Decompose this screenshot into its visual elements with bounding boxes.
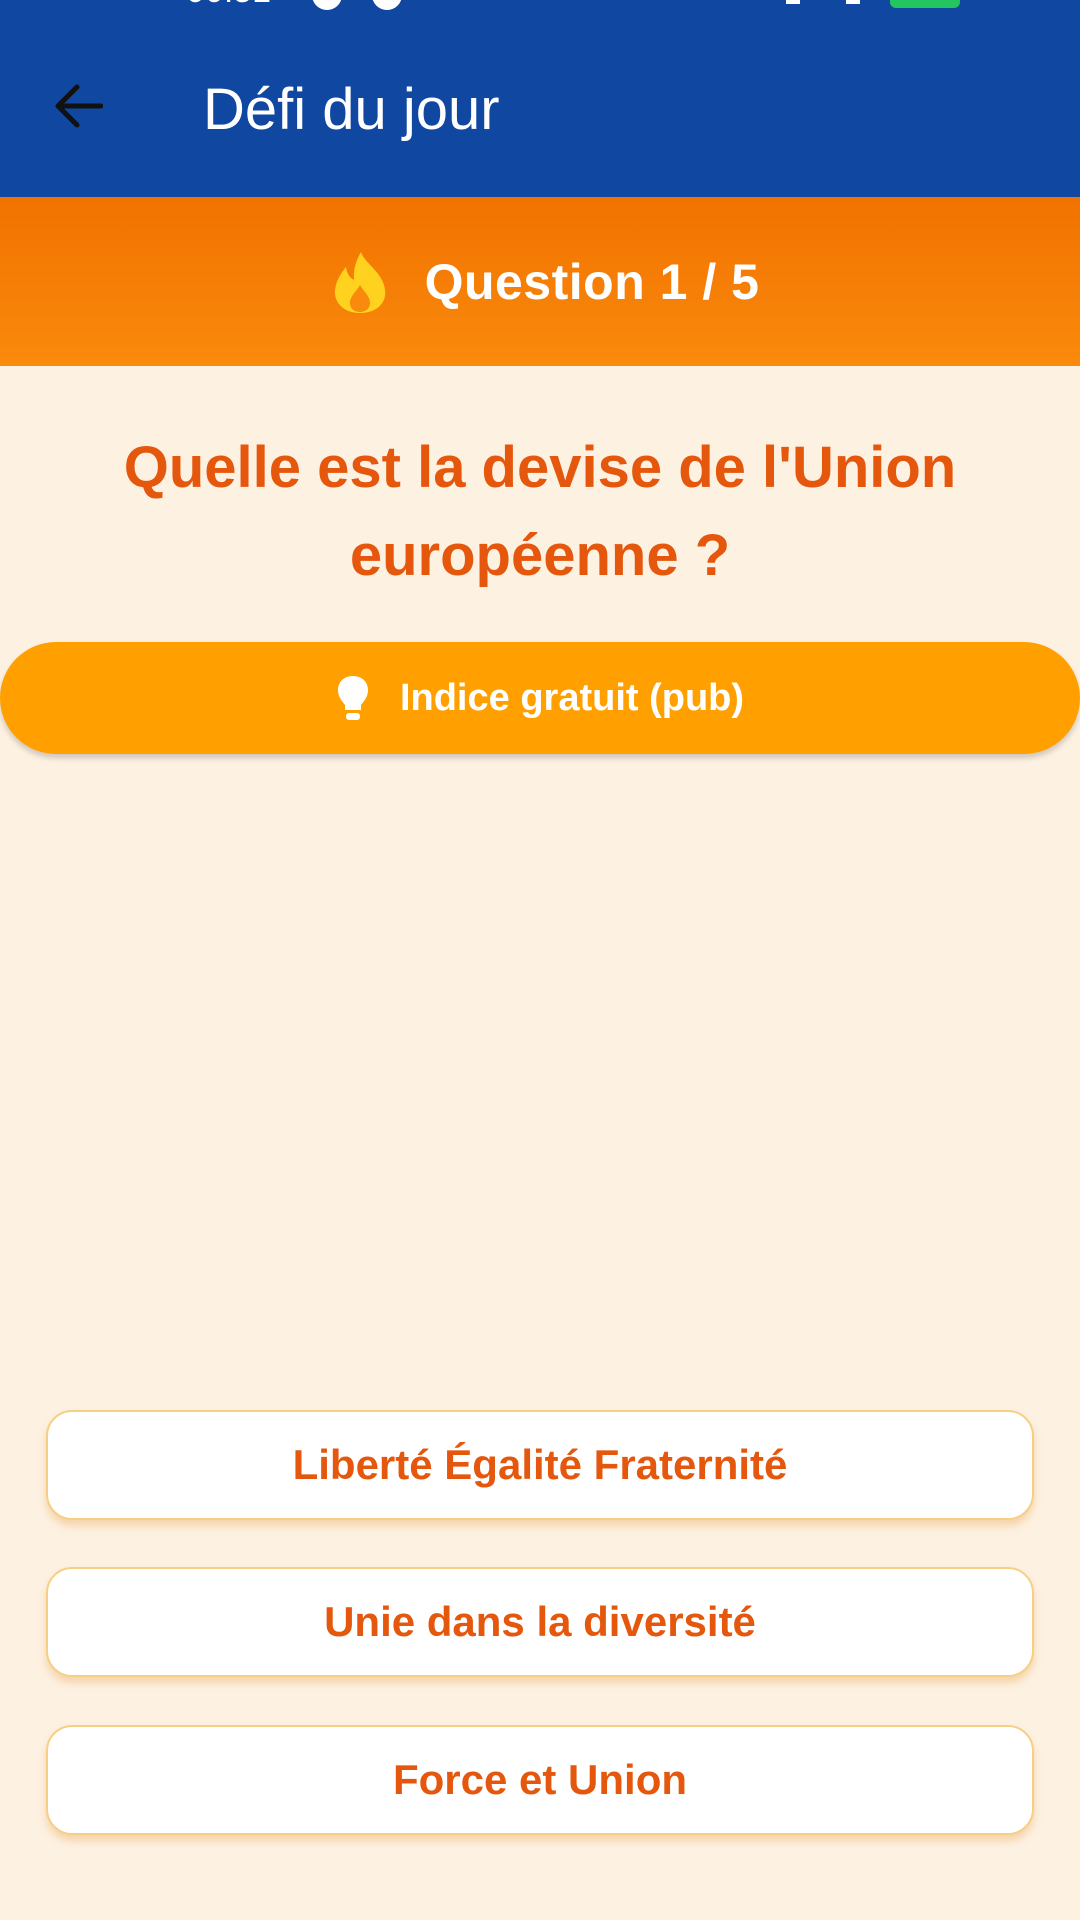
question-progress: Question 1 / 5	[331, 250, 760, 314]
hint-label: Indice gratuit (pub)	[399, 677, 745, 719]
app-screen: 00:51 Défi du jour Question 1 / 5 Quelle…	[0, 0, 1080, 1920]
notification-icon	[312, 0, 342, 10]
status-bar: 00:51	[0, 0, 1080, 12]
battery-icon	[890, 0, 960, 8]
answer-label: Force et Union	[392, 1756, 688, 1803]
lightbulb-icon	[337, 676, 368, 720]
answer-option-3[interactable]: Force et Union	[46, 1725, 1034, 1835]
answer-label: Unie dans la diversité	[324, 1598, 756, 1645]
answer-option-2[interactable]: Unie dans la diversité	[46, 1567, 1034, 1677]
question-counter: Question 1 / 5	[424, 253, 760, 310]
free-hint-button[interactable]: Indice gratuit (pub)	[0, 642, 1080, 754]
flame-icon	[334, 251, 385, 313]
page-title: Défi du jour	[203, 77, 500, 142]
answer-label: Liberté Égalité Fraternité	[292, 1441, 788, 1488]
signal-icon	[846, 0, 860, 4]
arrow-left-icon	[55, 84, 103, 128]
wifi-icon	[786, 0, 800, 4]
back-button[interactable]	[40, 68, 116, 144]
notification-icon	[372, 0, 402, 10]
answer-option-1[interactable]: Liberté Égalité Fraternité	[46, 1410, 1034, 1520]
status-time: 00:51	[186, 0, 271, 8]
app-bar: Défi du jour	[0, 12, 1080, 197]
question-text: Quelle est la devise de l'Union européen…	[123, 435, 957, 588]
question-progress-header: Question 1 / 5	[0, 197, 1080, 366]
